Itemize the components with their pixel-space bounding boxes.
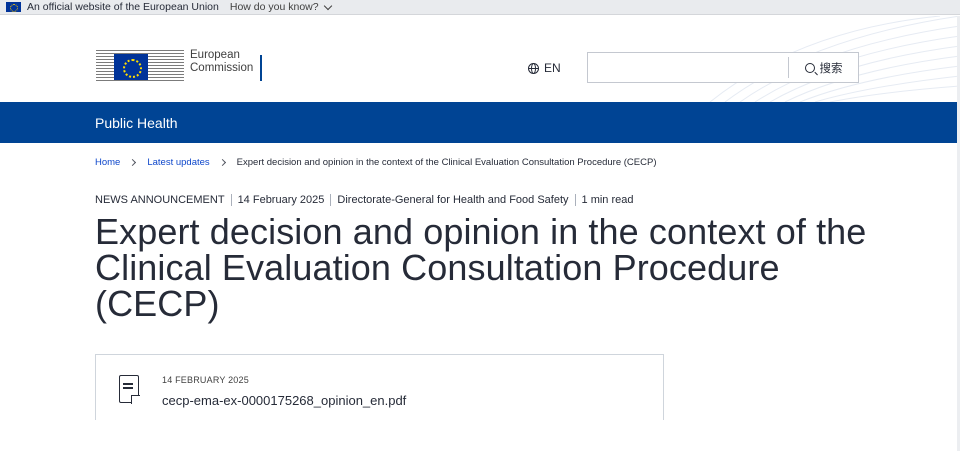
chevron-down-icon — [323, 1, 332, 10]
breadcrumb-home[interactable]: Home — [95, 157, 120, 168]
breadcrumb-latest-updates[interactable]: Latest updates — [147, 157, 209, 168]
how-do-you-know-label: How do you know? — [229, 1, 319, 13]
official-website-text: An official website of the European Unio… — [27, 1, 219, 13]
page-title: Expert decision and opinion in the conte… — [95, 211, 867, 324]
language-code: EN — [544, 61, 561, 75]
search-form: 搜索 — [587, 52, 859, 83]
breadcrumb: Home Latest updates Expert decision and … — [95, 157, 657, 168]
publication-date: 14 February 2025 — [237, 194, 325, 206]
content-type: NEWS ANNOUNCEMENT — [95, 194, 225, 206]
read-time: 1 min read — [581, 194, 634, 206]
chevron-right-icon — [129, 158, 137, 167]
how-do-you-know-toggle[interactable]: How do you know? — [229, 1, 332, 13]
search-icon — [804, 62, 815, 73]
european-commission-logo[interactable]: European Commission — [96, 40, 266, 84]
file-download-card: 14 FEBRUARY 2025 cecp-ema-ex-0000175268_… — [95, 354, 664, 420]
commission-building-icon — [96, 40, 184, 84]
meta-divider — [330, 194, 332, 206]
logo-line-european: European — [190, 49, 240, 61]
globe-icon — [528, 62, 539, 74]
search-button[interactable]: 搜索 — [788, 57, 858, 78]
language-selector[interactable]: EN — [528, 61, 561, 75]
site-name-link[interactable]: Public Health — [95, 115, 178, 131]
site-name-bar: Public Health — [0, 102, 960, 143]
department: Directorate-General for Health and Food … — [337, 194, 569, 206]
eu-flag-icon — [6, 2, 21, 12]
chevron-right-icon — [218, 158, 226, 167]
search-input[interactable] — [588, 53, 788, 82]
file-name-link[interactable]: cecp-ema-ex-0000175268_opinion_en.pdf — [162, 393, 406, 408]
file-date: 14 FEBRUARY 2025 — [162, 375, 249, 385]
breadcrumb-current: Expert decision and opinion in the conte… — [236, 157, 657, 168]
logo-text: European Commission — [190, 49, 253, 75]
eu-stars-icon — [114, 54, 148, 80]
meta-divider — [230, 194, 232, 206]
article-meta: NEWS ANNOUNCEMENT 14 February 2025 Direc… — [95, 194, 634, 206]
logo-line-commission: Commission — [190, 62, 254, 74]
document-icon — [119, 375, 140, 404]
meta-divider — [574, 194, 576, 206]
eu-official-banner: An official website of the European Unio… — [0, 0, 960, 15]
logo-divider — [260, 55, 262, 81]
site-header: European Commission EN 搜索 — [0, 16, 960, 102]
search-button-label: 搜索 — [819, 60, 843, 75]
